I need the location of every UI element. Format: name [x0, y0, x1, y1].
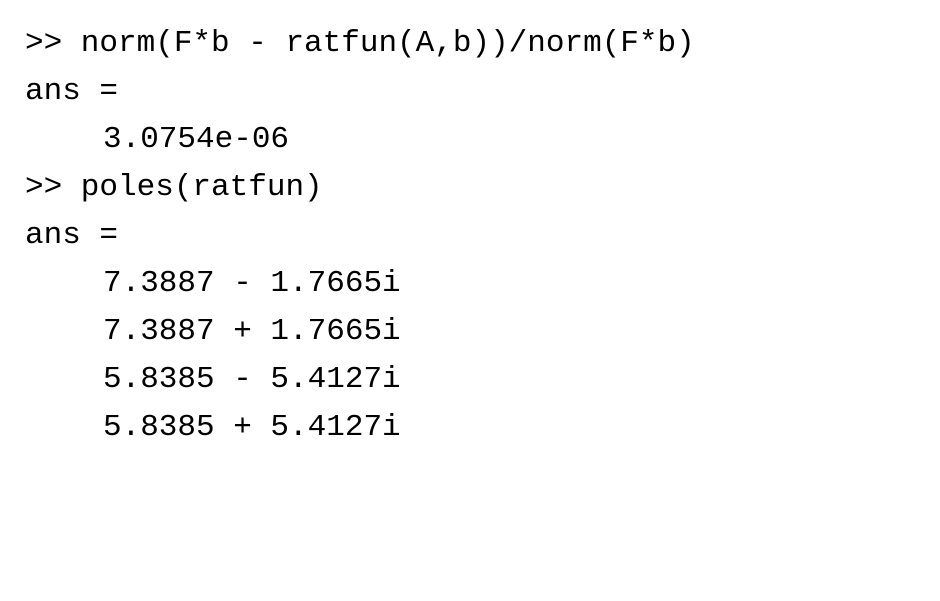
pole-value-2: 7.3887 + 1.7665i: [25, 308, 915, 356]
ans-label-2: ans =: [25, 212, 915, 260]
pole-value-1: 7.3887 - 1.7665i: [25, 260, 915, 308]
command-line-2: >> poles(ratfun): [25, 164, 915, 212]
pole-value-3: 5.8385 - 5.4127i: [25, 356, 915, 404]
pole-value-4: 5.8385 + 5.4127i: [25, 404, 915, 452]
ans-label-1: ans =: [25, 68, 915, 116]
command-line-1: >> norm(F*b - ratfun(A,b))/norm(F*b): [25, 20, 915, 68]
ans-value-1: 3.0754e-06: [25, 116, 915, 164]
